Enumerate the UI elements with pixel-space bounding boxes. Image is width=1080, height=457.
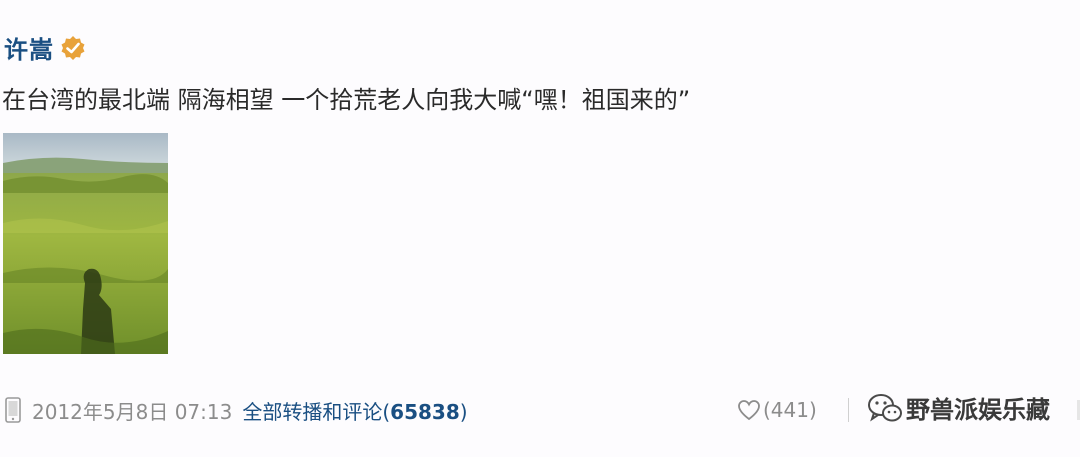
repost-label: 全部转播和评论 bbox=[242, 399, 383, 424]
repost-count: 65838 bbox=[390, 399, 460, 424]
author-row: 许嵩 bbox=[4, 30, 86, 65]
watermark: 野兽派娱乐藏 bbox=[866, 390, 1050, 425]
like-count: (441) bbox=[763, 398, 817, 422]
watermark-text: 野兽派娱乐藏 bbox=[906, 396, 1050, 424]
open-paren: ( bbox=[382, 399, 391, 424]
close-paren: ) bbox=[459, 399, 468, 424]
wechat-logo-icon bbox=[868, 393, 902, 421]
post-image[interactable] bbox=[3, 133, 168, 354]
post-meta: 2012年5月8日 07:13 全部转播和评论(65838) bbox=[4, 394, 468, 426]
weibo-post: 许嵩 在台湾的最北端 隔海相望 一个拾荒老人向我大喊“嘿！祖国来的” 2012年… bbox=[0, 0, 1080, 457]
mobile-phone-icon bbox=[5, 397, 21, 423]
action-divider bbox=[848, 398, 849, 422]
post-text: 在台湾的最北端 隔海相望 一个拾荒老人向我大喊“嘿！祖国来的” bbox=[2, 86, 691, 114]
verified-badge-icon bbox=[61, 35, 85, 60]
heart-icon bbox=[738, 400, 760, 421]
repost-comments-link[interactable]: 全部转播和评论(65838) bbox=[242, 396, 467, 425]
post-timestamp[interactable]: 2012年5月8日 07:13 bbox=[32, 396, 232, 425]
author-name[interactable]: 许嵩 bbox=[4, 30, 54, 65]
like-button[interactable]: (441) bbox=[737, 394, 817, 426]
